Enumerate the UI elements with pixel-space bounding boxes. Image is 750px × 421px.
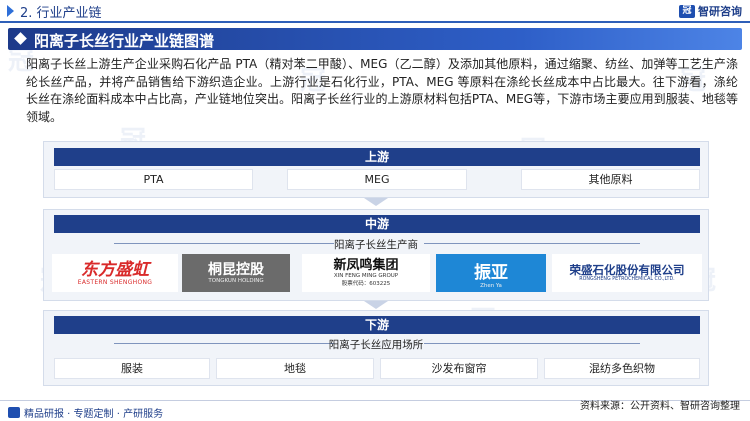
- logo-name: 荣盛石化股份有限公司: [569, 263, 685, 277]
- logo-name: 振亚: [474, 262, 508, 283]
- company-logo-rongsheng: 荣盛石化股份有限公司 RONGSHENG PETROCHEMICAL CO.,L…: [552, 254, 702, 292]
- downstream-subtitle: 阳离子长丝应用场所: [328, 339, 424, 351]
- flow-arrow-icon: [364, 301, 388, 309]
- downstream-item: 服装: [54, 358, 210, 379]
- logo-subtitle: TONGKUN HOLDING: [208, 277, 264, 284]
- brand: 冠 智研咨询: [679, 3, 742, 19]
- logo-name: 桐昆控股: [208, 261, 264, 278]
- company-logo-dongfang-shenghong: 东方盛虹 EASTERN SHENGHONG: [52, 254, 178, 292]
- brand-logo-icon: [8, 407, 20, 418]
- upstream-item: PTA: [54, 169, 253, 190]
- header-divider: [0, 21, 750, 23]
- midstream-subtitle: 阳离子长丝生产商: [334, 239, 418, 251]
- top-header: 2. 行业产业链 冠 智研咨询: [0, 0, 750, 23]
- downstream-item: 沙发布窗帘: [380, 358, 538, 379]
- logo-name: 东方盛虹: [81, 259, 149, 280]
- upstream-item: MEG: [287, 169, 467, 190]
- diamond-icon: [14, 32, 27, 45]
- section-title: 2. 行业产业链: [20, 6, 102, 21]
- page-title: 阳离子长丝行业产业链图谱: [34, 32, 215, 50]
- company-logo-tongkun: 桐昆控股 TONGKUN HOLDING: [182, 254, 290, 292]
- logo-stock-code: 股票代码：603225: [341, 281, 391, 287]
- midstream-header: 中游: [54, 215, 700, 233]
- brand-name: 智研咨询: [698, 5, 742, 18]
- upstream-header: 上游: [54, 148, 700, 166]
- downstream-item: 地毯: [216, 358, 374, 379]
- downstream-header: 下游: [54, 316, 700, 334]
- triangle-icon: [7, 5, 14, 17]
- title-banner: 阳离子长丝行业产业链图谱: [8, 28, 742, 50]
- logo-subtitle: EASTERN SHENGHONG: [77, 278, 153, 286]
- downstream-section: 下游 阳离子长丝应用场所 服装 地毯 沙发布窗帘 混纺多色织物: [43, 310, 709, 386]
- footer-tagline: 精品研报 · 专题定制 · 产研服务: [8, 405, 163, 420]
- upstream-section: 上游 PTA MEG 其他原料: [43, 141, 709, 206]
- data-source: 资料来源：公开资料、智研咨询整理: [580, 401, 740, 412]
- flow-arrow-icon: [364, 198, 388, 206]
- brand-logo-icon: 冠: [679, 4, 695, 18]
- logo-name: 新凤鸣集团: [333, 258, 399, 273]
- intro-paragraph: 阳离子长丝上游生产企业采购石化产品 PTA（精对苯二甲酸）、MEG（乙二醇）及添…: [26, 57, 738, 124]
- midstream-section: 中游 阳离子长丝生产商 东方盛虹 EASTERN SHENGHONG 桐昆控股 …: [43, 209, 709, 309]
- tagline-text: 精品研报 · 专题定制 · 产研服务: [24, 409, 164, 420]
- upstream-item: 其他原料: [521, 169, 700, 190]
- company-logo-xinfengming: 新凤鸣集团 XIN FENG MING GROUP 股票代码：603225: [302, 254, 430, 292]
- company-logo-zhenya: 振亚 Zhen Ya: [436, 254, 546, 292]
- logo-subtitle: RONGSHENG PETROCHEMICAL CO.,LTD.: [579, 277, 675, 282]
- downstream-item: 混纺多色织物: [544, 358, 700, 379]
- logo-subtitle: Zhen Ya: [480, 282, 502, 289]
